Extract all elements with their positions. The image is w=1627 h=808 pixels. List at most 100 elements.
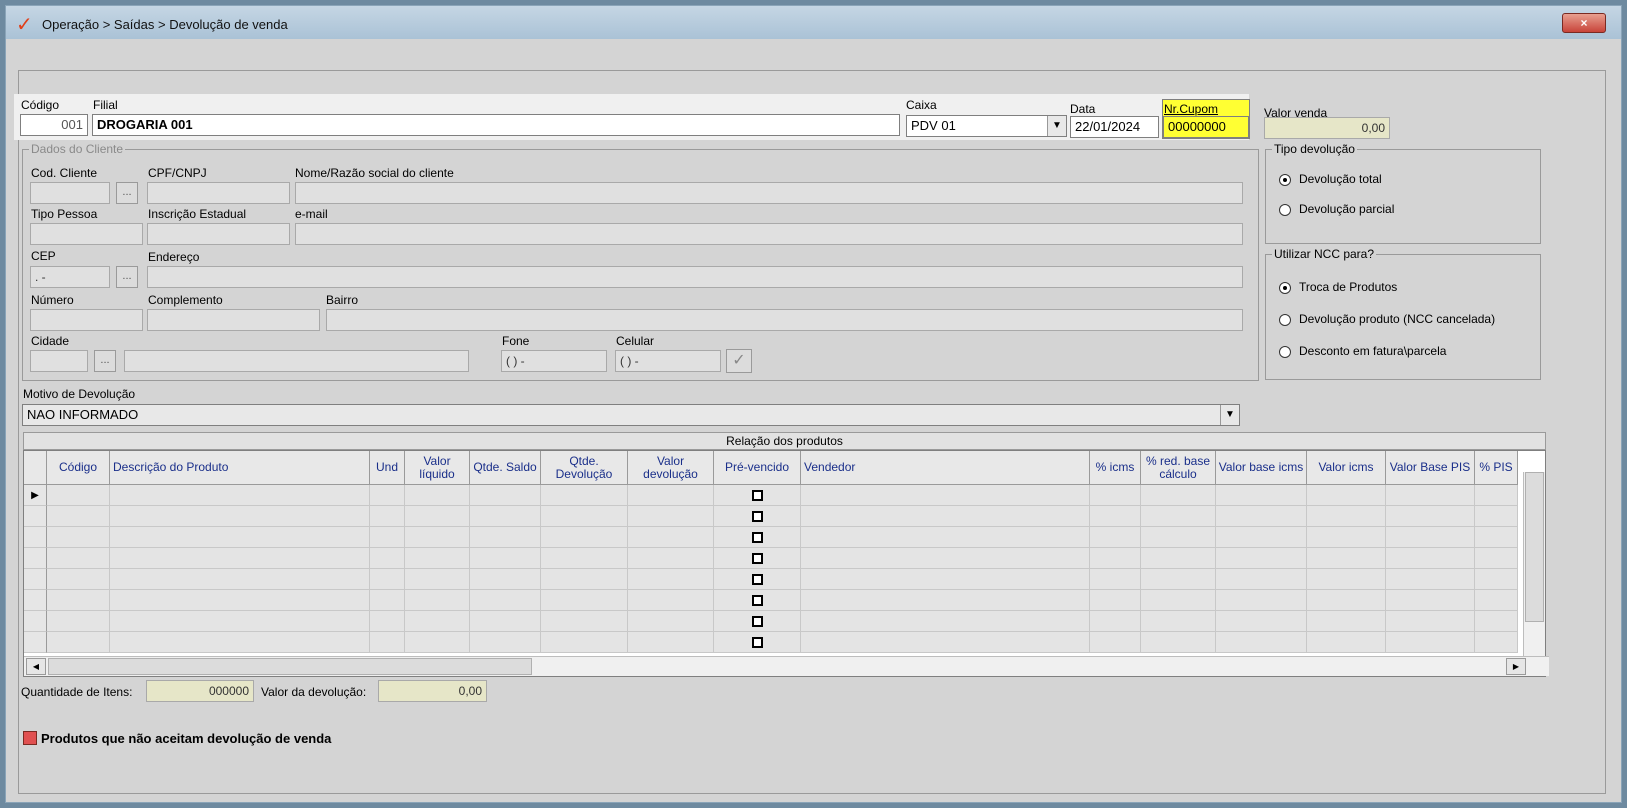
table-cell[interactable] — [714, 590, 801, 611]
products-grid[interactable]: ◀ ▶ Código Descrição do Produto Und Valor l… — [23, 450, 1549, 677]
table-cell[interactable] — [470, 632, 541, 653]
table-cell[interactable] — [370, 548, 405, 569]
table-cell[interactable] — [628, 548, 714, 569]
cliente-lookup-button[interactable]: ... — [116, 182, 138, 204]
table-cell[interactable] — [405, 569, 470, 590]
cep-lookup-button[interactable]: ... — [116, 266, 138, 288]
table-cell[interactable] — [405, 506, 470, 527]
grid-column-header[interactable]: Vendedor — [801, 451, 1090, 485]
table-cell[interactable] — [470, 569, 541, 590]
table-cell[interactable] — [47, 548, 110, 569]
table-cell[interactable] — [1386, 548, 1475, 569]
table-cell[interactable] — [370, 527, 405, 548]
row-selector[interactable] — [24, 632, 47, 653]
vertical-scroll-thumb[interactable] — [1525, 472, 1544, 622]
table-cell[interactable] — [1307, 632, 1386, 653]
horizontal-scroll-thumb[interactable] — [48, 658, 532, 675]
table-cell[interactable] — [714, 548, 801, 569]
table-cell[interactable] — [370, 506, 405, 527]
scroll-right-icon[interactable]: ▶ — [1506, 658, 1526, 675]
table-cell[interactable] — [370, 569, 405, 590]
table-cell[interactable] — [714, 506, 801, 527]
cupom-field[interactable]: 00000000 — [1163, 116, 1249, 138]
table-cell[interactable] — [1141, 569, 1216, 590]
table-cell[interactable] — [1216, 527, 1307, 548]
table-cell[interactable] — [1090, 590, 1141, 611]
table-cell[interactable] — [714, 632, 801, 653]
row-selector[interactable] — [24, 611, 47, 632]
table-cell[interactable] — [628, 590, 714, 611]
table-cell[interactable] — [470, 590, 541, 611]
table-cell[interactable] — [1386, 632, 1475, 653]
table-cell[interactable] — [1141, 527, 1216, 548]
table-cell[interactable] — [47, 611, 110, 632]
row-selector[interactable] — [24, 569, 47, 590]
table-cell[interactable] — [47, 527, 110, 548]
table-cell[interactable] — [1386, 611, 1475, 632]
table-cell[interactable] — [405, 527, 470, 548]
table-cell[interactable] — [1475, 548, 1518, 569]
table-cell[interactable] — [47, 632, 110, 653]
grid-column-header[interactable]: Valor Base PIS — [1386, 451, 1475, 485]
table-cell[interactable] — [1386, 569, 1475, 590]
table-cell[interactable] — [1090, 611, 1141, 632]
vertical-scrollbar[interactable] — [1523, 472, 1545, 657]
table-cell[interactable] — [1216, 485, 1307, 506]
table-cell[interactable] — [370, 590, 405, 611]
grid-column-header[interactable]: Código — [47, 451, 110, 485]
table-cell[interactable] — [1475, 632, 1518, 653]
grid-column-header[interactable]: Valor devolução — [628, 451, 714, 485]
table-cell[interactable] — [1216, 506, 1307, 527]
table-cell[interactable] — [1216, 611, 1307, 632]
table-cell[interactable] — [47, 506, 110, 527]
table-cell[interactable] — [1475, 569, 1518, 590]
table-cell[interactable] — [1216, 590, 1307, 611]
grid-column-header[interactable]: Valor base icms — [1216, 451, 1307, 485]
table-cell[interactable] — [1216, 569, 1307, 590]
table-cell[interactable] — [110, 632, 370, 653]
grid-column-header[interactable]: Qtde. Devolução — [541, 451, 628, 485]
table-cell[interactable] — [470, 485, 541, 506]
table-cell[interactable] — [47, 569, 110, 590]
table-cell[interactable] — [1216, 548, 1307, 569]
table-cell[interactable] — [1307, 548, 1386, 569]
radio-devolucao-total[interactable] — [1279, 174, 1291, 186]
pre-vencido-checkbox[interactable] — [752, 637, 763, 648]
chevron-down-icon[interactable]: ▼ — [1047, 116, 1066, 136]
grid-column-header[interactable]: Und — [370, 451, 405, 485]
table-cell[interactable] — [405, 632, 470, 653]
table-cell[interactable] — [370, 611, 405, 632]
caixa-select[interactable]: PDV 01 ▼ — [906, 115, 1067, 137]
table-cell[interactable] — [110, 485, 370, 506]
table-cell[interactable] — [1386, 506, 1475, 527]
table-cell[interactable] — [405, 590, 470, 611]
table-cell[interactable] — [1090, 527, 1141, 548]
horizontal-scrollbar[interactable]: ◀ ▶ — [24, 656, 1549, 676]
table-cell[interactable] — [110, 611, 370, 632]
grid-column-header[interactable]: Qtde. Saldo — [470, 451, 541, 485]
table-cell[interactable] — [110, 590, 370, 611]
table-cell[interactable] — [541, 527, 628, 548]
grid-column-header[interactable]: Valor icms — [1307, 451, 1386, 485]
table-cell[interactable] — [801, 611, 1090, 632]
table-cell[interactable] — [47, 485, 110, 506]
table-cell[interactable] — [1386, 485, 1475, 506]
table-cell[interactable] — [541, 611, 628, 632]
pre-vencido-checkbox[interactable] — [752, 532, 763, 543]
table-cell[interactable] — [370, 632, 405, 653]
table-cell[interactable] — [541, 506, 628, 527]
radio-troca-produtos[interactable] — [1279, 282, 1291, 294]
scroll-left-icon[interactable]: ◀ — [26, 658, 46, 675]
table-cell[interactable] — [801, 527, 1090, 548]
codigo-field[interactable]: 001 — [20, 114, 88, 136]
pre-vencido-checkbox[interactable] — [752, 511, 763, 522]
table-cell[interactable] — [1141, 548, 1216, 569]
row-selector[interactable] — [24, 590, 47, 611]
pre-vencido-checkbox[interactable] — [752, 553, 763, 564]
pre-vencido-checkbox[interactable] — [752, 616, 763, 627]
table-cell[interactable] — [405, 611, 470, 632]
table-cell[interactable] — [470, 548, 541, 569]
table-cell[interactable] — [801, 485, 1090, 506]
table-cell[interactable] — [801, 548, 1090, 569]
table-cell[interactable] — [1475, 590, 1518, 611]
